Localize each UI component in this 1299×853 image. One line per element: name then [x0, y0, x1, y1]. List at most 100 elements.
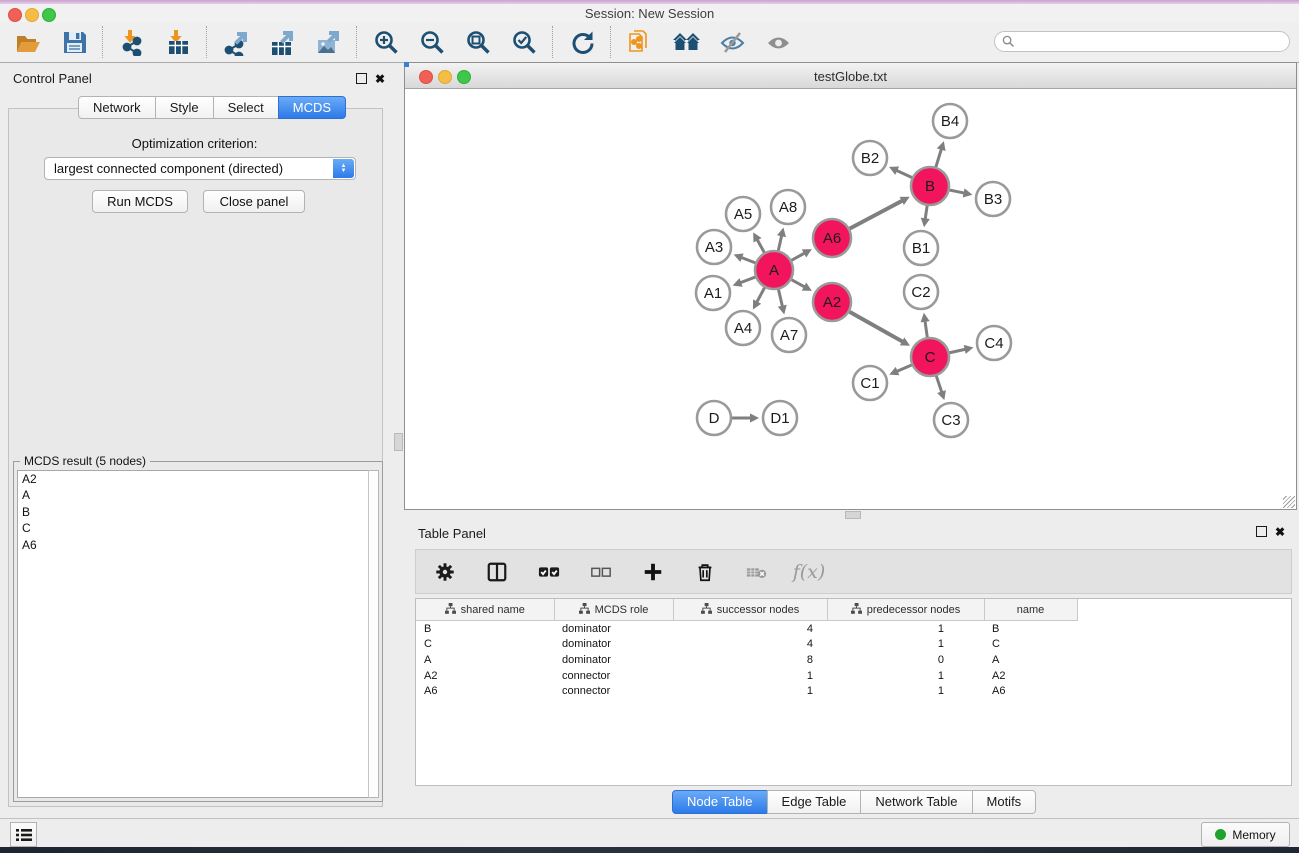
- vertical-splitter-handle[interactable]: [394, 433, 403, 451]
- graph-edge-A-A7[interactable]: [778, 289, 787, 314]
- memory-button[interactable]: Memory: [1201, 822, 1290, 847]
- table-row[interactable]: A2connector11A2: [416, 668, 1292, 684]
- graph-node-A[interactable]: A: [755, 251, 793, 289]
- search-box[interactable]: [994, 31, 1290, 52]
- graph-node-A3[interactable]: A3: [697, 230, 731, 264]
- tab-node-table[interactable]: Node Table: [672, 790, 768, 814]
- import-network-icon[interactable]: [117, 27, 147, 57]
- zoom-in-icon[interactable]: [371, 27, 401, 57]
- delete-icon[interactable]: [690, 557, 720, 587]
- tab-motifs[interactable]: Motifs: [972, 790, 1037, 814]
- tab-select[interactable]: Select: [213, 96, 279, 119]
- graph-node-A1[interactable]: A1: [696, 276, 730, 310]
- import-table-icon[interactable]: [163, 27, 193, 57]
- add-icon[interactable]: [638, 557, 668, 587]
- close-panel-icon[interactable]: ✖: [375, 74, 385, 84]
- cell-MCDS-role[interactable]: connector: [554, 668, 673, 684]
- cell-MCDS-role[interactable]: connector: [554, 683, 673, 699]
- tab-style[interactable]: Style: [155, 96, 214, 119]
- network-from-file-icon[interactable]: [625, 27, 655, 57]
- column-header-MCDS-role[interactable]: MCDS role: [554, 599, 673, 621]
- select-all-icon[interactable]: [534, 557, 564, 587]
- graph-edge-C-C2[interactable]: [921, 313, 930, 337]
- deselect-all-icon[interactable]: [586, 557, 616, 587]
- zoom-selected-icon[interactable]: [509, 27, 539, 57]
- column-header-shared-name[interactable]: shared name: [416, 599, 554, 621]
- graph-edge-C-C4[interactable]: [950, 345, 974, 354]
- cell-name[interactable]: A2: [984, 668, 1077, 684]
- graph-edge-A-A1[interactable]: [733, 277, 756, 287]
- graph-node-B[interactable]: B: [911, 167, 949, 205]
- result-item[interactable]: A2: [18, 471, 370, 487]
- graph-node-C3[interactable]: C3: [934, 403, 968, 437]
- zoom-fit-icon[interactable]: [463, 27, 493, 57]
- cell-predecessor-nodes[interactable]: 1: [827, 668, 984, 684]
- graph-node-B1[interactable]: B1: [904, 231, 938, 265]
- table-row[interactable]: Adominator80A: [416, 652, 1292, 668]
- table-row[interactable]: Bdominator41B: [416, 621, 1292, 637]
- graph-node-D[interactable]: D: [697, 401, 731, 435]
- column-header-name[interactable]: name: [984, 599, 1077, 621]
- network-canvas[interactable]: AA1A2A3A4A5A6A7A8BB1B2B3B4CC1C2C3C4DD1: [406, 89, 1295, 509]
- float-table-panel-icon[interactable]: [1256, 526, 1267, 537]
- graph-node-D1[interactable]: D1: [763, 401, 797, 435]
- task-history-button[interactable]: [10, 822, 37, 847]
- function-icon[interactable]: f(x): [794, 557, 824, 587]
- graph-node-C4[interactable]: C4: [977, 326, 1011, 360]
- tab-network-table[interactable]: Network Table: [860, 790, 972, 814]
- cell-successor-nodes[interactable]: 4: [673, 637, 827, 653]
- table-row[interactable]: A6connector11A6: [416, 683, 1292, 699]
- cell-shared-name[interactable]: A: [416, 652, 554, 668]
- result-scrollbar[interactable]: [368, 470, 379, 798]
- graph-node-B3[interactable]: B3: [976, 182, 1010, 216]
- cell-shared-name[interactable]: A2: [416, 668, 554, 684]
- columns-icon[interactable]: [482, 557, 512, 587]
- graph-edge-A6-B[interactable]: [850, 197, 910, 229]
- network-window-titlebar[interactable]: testGlobe.txt: [405, 63, 1296, 89]
- graph-edge-A2-C[interactable]: [849, 312, 910, 346]
- cell-successor-nodes[interactable]: 1: [673, 683, 827, 699]
- cell-predecessor-nodes[interactable]: 1: [827, 621, 984, 637]
- graph-edge-B-B1[interactable]: [921, 206, 930, 227]
- graph-node-A8[interactable]: A8: [771, 190, 805, 224]
- cell-predecessor-nodes[interactable]: 1: [827, 637, 984, 653]
- graph-edge-A-A6[interactable]: [792, 249, 812, 260]
- zoom-out-icon[interactable]: [417, 27, 447, 57]
- graph-edge-B-B3[interactable]: [950, 188, 973, 197]
- graph-edge-A-A3[interactable]: [734, 253, 756, 262]
- hide-details-icon[interactable]: [717, 27, 747, 57]
- open-icon[interactable]: [13, 27, 43, 57]
- save-icon[interactable]: [59, 27, 89, 57]
- graph-node-C[interactable]: C: [911, 338, 949, 376]
- cell-successor-nodes[interactable]: 4: [673, 621, 827, 637]
- run-mcds-button[interactable]: Run MCDS: [92, 190, 188, 213]
- float-panel-icon[interactable]: [356, 73, 367, 84]
- show-details-icon[interactable]: [763, 27, 793, 57]
- cell-shared-name[interactable]: B: [416, 621, 554, 637]
- result-item[interactable]: A: [18, 487, 370, 503]
- graph-node-C1[interactable]: C1: [853, 366, 887, 400]
- result-item[interactable]: B: [18, 504, 370, 520]
- close-panel-button[interactable]: Close panel: [203, 190, 305, 213]
- cell-shared-name[interactable]: C: [416, 637, 554, 653]
- graph-edge-A-A5[interactable]: [753, 232, 764, 252]
- graph-node-B4[interactable]: B4: [933, 104, 967, 138]
- search-input[interactable]: [1019, 34, 1273, 50]
- tab-mcds[interactable]: MCDS: [278, 96, 346, 119]
- refresh-icon[interactable]: [567, 27, 597, 57]
- result-item[interactable]: A6: [18, 537, 370, 553]
- criterion-dropdown[interactable]: largest connected component (directed) ▲…: [44, 157, 356, 180]
- window-resize-grip[interactable]: [1283, 496, 1295, 508]
- cell-name[interactable]: A: [984, 652, 1077, 668]
- graph-node-A4[interactable]: A4: [726, 311, 760, 345]
- graph-edge-C-C3[interactable]: [936, 376, 946, 400]
- graph-node-C2[interactable]: C2: [904, 275, 938, 309]
- cell-MCDS-role[interactable]: dominator: [554, 637, 673, 653]
- graph-node-A7[interactable]: A7: [772, 318, 806, 352]
- cell-name[interactable]: B: [984, 621, 1077, 637]
- horizontal-splitter-handle[interactable]: [845, 511, 861, 519]
- cell-predecessor-nodes[interactable]: 1: [827, 683, 984, 699]
- tab-network[interactable]: Network: [78, 96, 156, 119]
- export-network-icon[interactable]: [221, 27, 251, 57]
- settings-icon[interactable]: [430, 557, 460, 587]
